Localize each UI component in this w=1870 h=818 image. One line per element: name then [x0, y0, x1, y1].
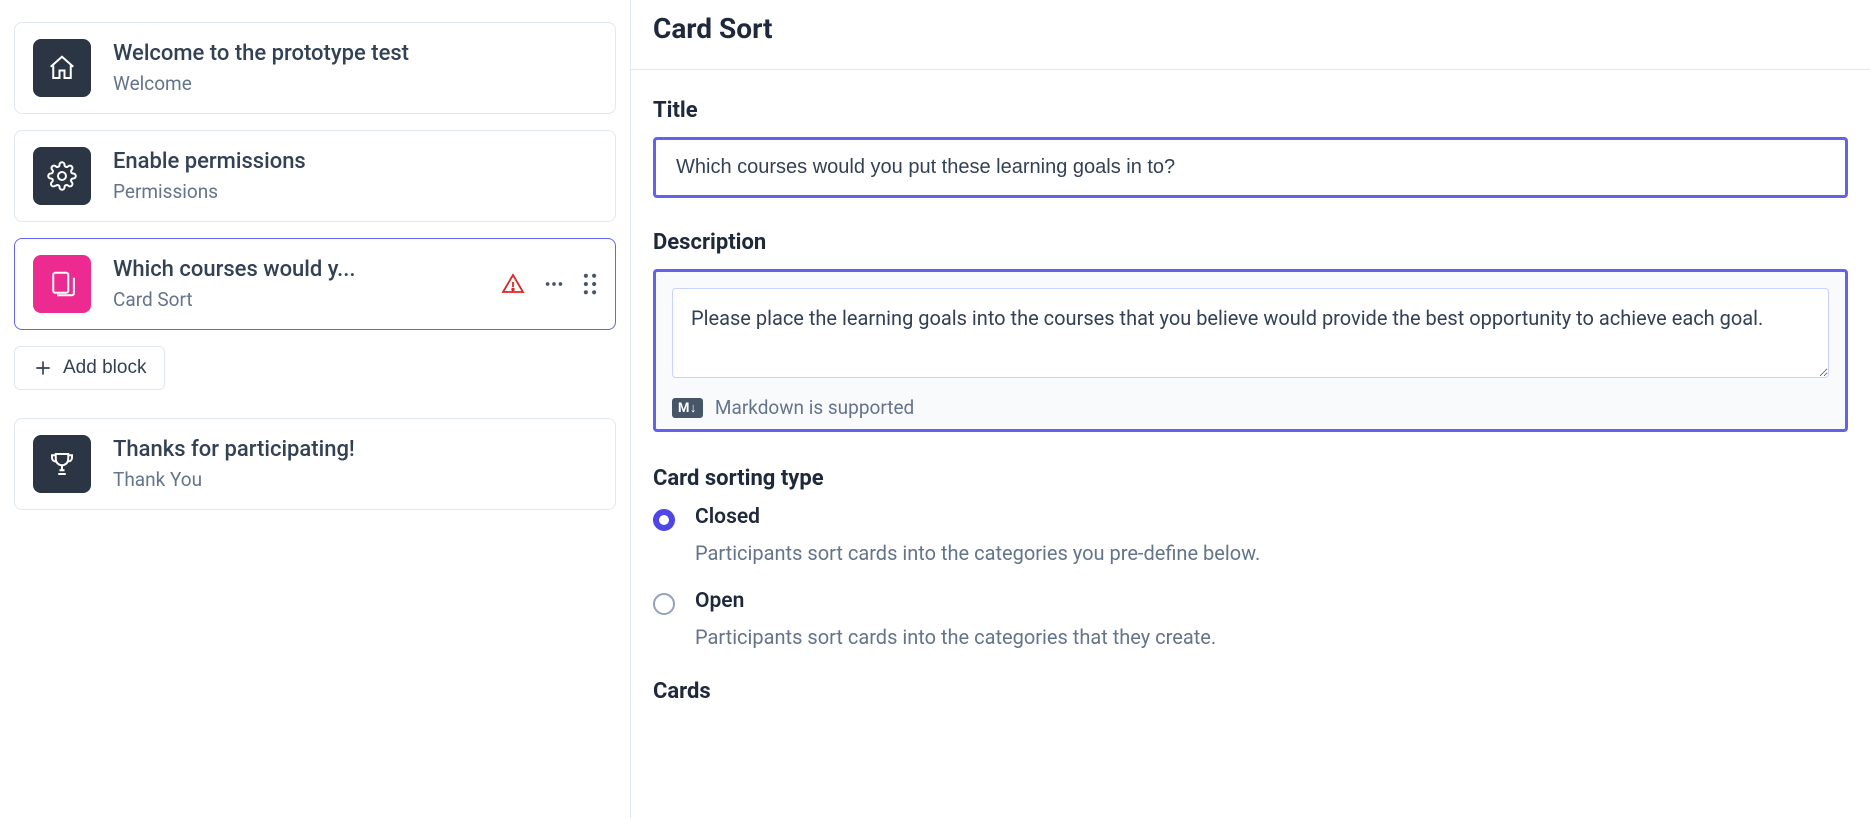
drag-handle-icon[interactable] — [583, 273, 597, 295]
sidebar: Welcome to the prototype test Welcome En… — [0, 0, 630, 818]
block-subtitle: Welcome — [113, 72, 597, 95]
radio-icon — [653, 509, 675, 531]
sort-type-open[interactable]: Open — [653, 589, 1848, 615]
trophy-icon — [33, 435, 91, 493]
warning-icon — [501, 272, 525, 296]
sort-type-group: Closed Participants sort cards into the … — [653, 505, 1848, 649]
block-title: Which courses would y... — [113, 257, 501, 282]
sidebar-item-welcome[interactable]: Welcome to the prototype test Welcome — [14, 22, 616, 114]
title-field-label: Title — [653, 98, 1848, 123]
main-body: Title Description M↓ Markdown is support… — [631, 70, 1870, 718]
main-panel: Card Sort Title Description M↓ Markdown … — [630, 0, 1870, 818]
block-text: Welcome to the prototype test Welcome — [113, 41, 597, 95]
cards-label: Cards — [653, 679, 1848, 704]
block-subtitle: Card Sort — [113, 288, 501, 311]
block-subtitle: Permissions — [113, 180, 597, 203]
sidebar-item-card-sort[interactable]: Which courses would y... Card Sort — [14, 238, 616, 330]
description-wrapper: M↓ Markdown is supported — [653, 269, 1848, 432]
more-icon[interactable] — [543, 273, 565, 295]
sort-type-closed[interactable]: Closed — [653, 505, 1848, 531]
block-text: Thanks for participating! Thank You — [113, 437, 597, 491]
add-block-button[interactable]: Add block — [14, 346, 165, 390]
radio-label: Open — [695, 589, 744, 613]
gear-icon — [33, 147, 91, 205]
markdown-hint-text: Markdown is supported — [715, 396, 914, 419]
page-title: Card Sort — [653, 12, 1848, 45]
sidebar-item-permissions[interactable]: Enable permissions Permissions — [14, 130, 616, 222]
sidebar-item-thank-you[interactable]: Thanks for participating! Thank You — [14, 418, 616, 510]
block-title: Thanks for participating! — [113, 437, 597, 462]
radio-icon — [653, 593, 675, 615]
sort-type-label: Card sorting type — [653, 466, 1848, 491]
block-actions — [501, 272, 597, 296]
block-text: Which courses would y... Card Sort — [113, 257, 501, 311]
plus-icon — [33, 358, 53, 378]
radio-label: Closed — [695, 505, 760, 529]
cards-icon — [33, 255, 91, 313]
main-header: Card Sort — [631, 0, 1870, 70]
block-text: Enable permissions Permissions — [113, 149, 597, 203]
block-subtitle: Thank You — [113, 468, 597, 491]
home-icon — [33, 39, 91, 97]
add-block-label: Add block — [63, 357, 146, 379]
description-field-label: Description — [653, 230, 1848, 255]
radio-description: Participants sort cards into the categor… — [695, 625, 1848, 649]
description-textarea[interactable] — [672, 288, 1829, 378]
radio-description: Participants sort cards into the categor… — [695, 541, 1848, 565]
block-title: Enable permissions — [113, 149, 597, 174]
markdown-hint: M↓ Markdown is supported — [672, 396, 1829, 419]
title-input[interactable] — [653, 137, 1848, 198]
block-title: Welcome to the prototype test — [113, 41, 597, 66]
markdown-badge-icon: M↓ — [672, 398, 703, 418]
